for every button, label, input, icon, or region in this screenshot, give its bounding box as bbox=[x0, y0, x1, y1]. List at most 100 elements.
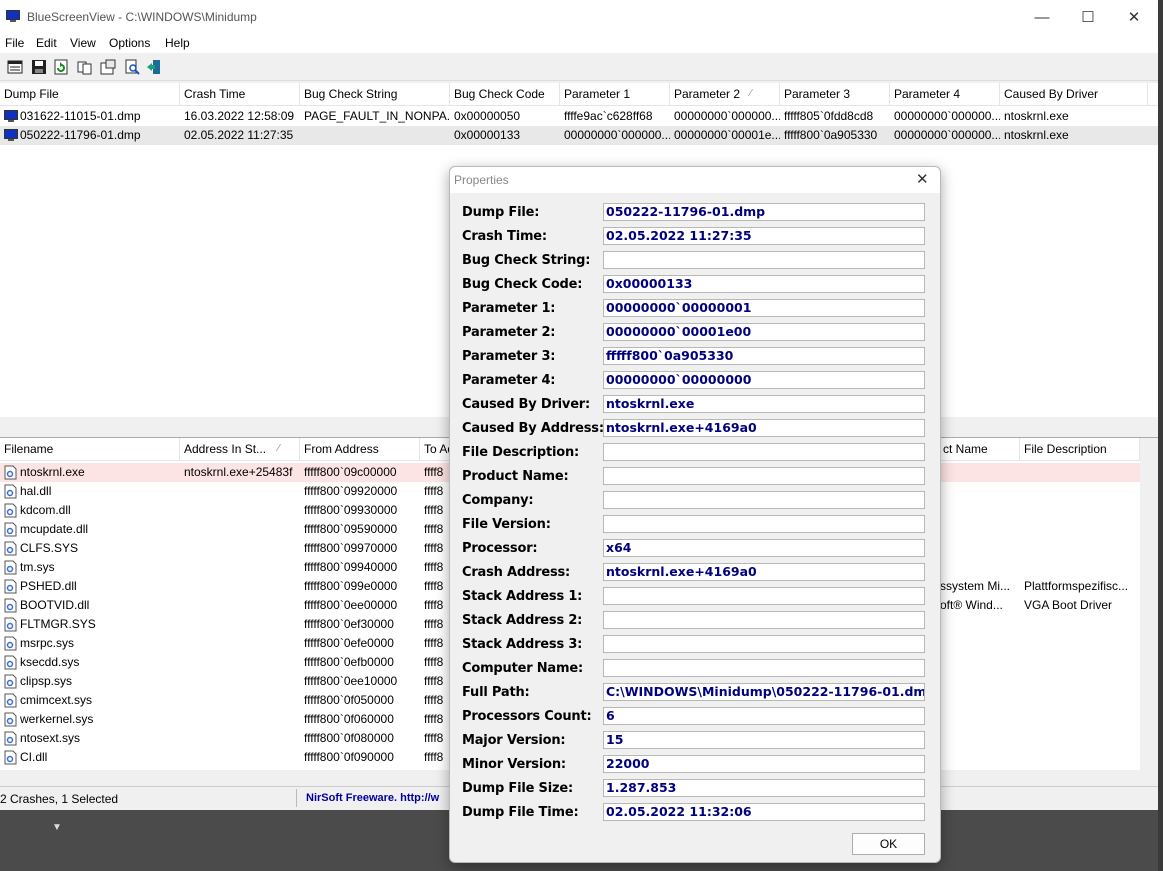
column-filename[interactable]: Filename bbox=[0, 438, 180, 460]
nirsoft-link[interactable]: NirSoft Freeware. http://w bbox=[306, 792, 439, 804]
filename-cell: ntosext.sys bbox=[20, 731, 81, 745]
crash-time-cell: 02.05.2022 11:27:35 bbox=[184, 128, 294, 142]
menu-file[interactable]: File bbox=[5, 36, 24, 50]
property-value-field[interactable]: ntoskrnl.exe+4169a0 bbox=[603, 419, 925, 437]
property-value-field[interactable]: ntoskrnl.exe bbox=[603, 395, 925, 413]
address-in-stack-cell bbox=[180, 653, 300, 672]
parameter-4-cell: 00000000`000000... bbox=[894, 109, 1000, 123]
property-value-field[interactable]: 050222-11796-01.dmp bbox=[603, 203, 925, 221]
from-address-cell: fffff800`0f080000 bbox=[304, 731, 394, 745]
file-description-cell bbox=[1020, 672, 1140, 691]
sort-indicator-icon: ∕ bbox=[278, 443, 280, 454]
property-value-field[interactable] bbox=[603, 515, 925, 533]
column-parameter-2[interactable]: Parameter 2 ∕ bbox=[670, 83, 780, 105]
property-label: Crash Address: bbox=[462, 565, 571, 580]
filename-cell: PSHED.dll bbox=[20, 579, 77, 593]
property-label: Dump File Time: bbox=[462, 805, 579, 820]
ok-button[interactable]: OK bbox=[852, 833, 925, 855]
property-label: Full Path: bbox=[462, 685, 530, 700]
column-address-in-stack[interactable]: Address In St... ∕ bbox=[180, 438, 300, 460]
property-value-field[interactable]: C:\WINDOWS\Minidump\050222-11796-01.dmp bbox=[603, 683, 925, 701]
property-label: Major Version: bbox=[462, 733, 566, 748]
address-in-stack-cell bbox=[180, 615, 300, 634]
minimize-button[interactable]: — bbox=[1019, 4, 1065, 30]
file-description-cell bbox=[1020, 710, 1140, 729]
property-value-field[interactable] bbox=[603, 635, 925, 653]
column-bug-check-code[interactable]: Bug Check Code bbox=[450, 83, 560, 105]
menu-options[interactable]: Options bbox=[109, 36, 150, 50]
property-value-field[interactable]: ntoskrnl.exe+4169a0 bbox=[603, 563, 925, 581]
property-value-field[interactable]: 22000 bbox=[603, 755, 925, 773]
save-icon[interactable] bbox=[31, 59, 47, 75]
filename-cell: mcupdate.dll bbox=[20, 522, 89, 536]
file-description-cell bbox=[1020, 615, 1140, 634]
menu-help[interactable]: Help bbox=[165, 36, 190, 50]
refresh-icon[interactable] bbox=[53, 59, 69, 75]
column-parameter-1[interactable]: Parameter 1 bbox=[560, 83, 670, 105]
driver-list-scrollbar[interactable] bbox=[1140, 438, 1158, 770]
property-value-field[interactable]: 02.05.2022 11:32:06 bbox=[603, 803, 925, 821]
property-value-field[interactable]: 6 bbox=[603, 707, 925, 725]
from-address-cell: fffff800`0f050000 bbox=[304, 693, 394, 707]
column-file-description[interactable]: File Description bbox=[1020, 438, 1140, 460]
taskbar-dropdown-icon[interactable]: ▼ bbox=[52, 822, 62, 833]
menu-bar: File Edit View Options Help bbox=[0, 34, 1158, 53]
html-report-icon[interactable] bbox=[100, 59, 116, 75]
find-icon[interactable] bbox=[124, 59, 140, 75]
property-value-field[interactable] bbox=[603, 443, 925, 461]
property-value-field[interactable] bbox=[603, 251, 925, 269]
crash-row[interactable]: 031622-11015-01.dmp 16.03.2022 12:58:09 … bbox=[0, 107, 1158, 126]
property-value-field[interactable]: 00000000`00001e00 bbox=[603, 323, 925, 341]
column-from-address[interactable]: From Address bbox=[300, 438, 420, 460]
address-in-stack-cell bbox=[180, 748, 300, 767]
file-description-cell bbox=[1020, 520, 1140, 539]
column-parameter-3[interactable]: Parameter 3 bbox=[780, 83, 890, 105]
property-value-field[interactable] bbox=[603, 611, 925, 629]
property-label: Stack Address 1: bbox=[462, 589, 583, 604]
from-address-cell: fffff800`09c00000 bbox=[304, 465, 397, 479]
column-address-in-stack-label: Address In St... bbox=[184, 442, 267, 456]
column-dump-file[interactable]: Dump File bbox=[0, 83, 180, 105]
file-description-cell bbox=[1020, 463, 1140, 482]
toolbar bbox=[0, 54, 1158, 81]
column-crash-time[interactable]: Crash Time bbox=[180, 83, 300, 105]
property-value-field[interactable]: x64 bbox=[603, 539, 925, 557]
property-value-field[interactable]: 0x00000133 bbox=[603, 275, 925, 293]
close-button[interactable]: ✕ bbox=[1111, 4, 1157, 30]
menu-edit[interactable]: Edit bbox=[36, 36, 57, 50]
filename-cell: msrpc.sys bbox=[20, 636, 74, 650]
file-description-cell: VGA Boot Driver bbox=[1024, 598, 1113, 612]
property-value-field[interactable]: 00000000`00000001 bbox=[603, 299, 925, 317]
column-parameter-4[interactable]: Parameter 4 bbox=[890, 83, 1000, 105]
filename-cell: kdcom.dll bbox=[20, 503, 71, 517]
app-icon bbox=[6, 10, 20, 22]
file-description-cell bbox=[1020, 729, 1140, 748]
caused-by-driver-cell: ntoskrnl.exe bbox=[1004, 128, 1069, 142]
property-value-field[interactable]: 1.287.853 bbox=[603, 779, 925, 797]
copy-icon[interactable] bbox=[77, 59, 93, 75]
property-value-field[interactable] bbox=[603, 491, 925, 509]
from-address-cell: fffff800`09920000 bbox=[304, 484, 398, 498]
file-description-cell bbox=[1020, 748, 1140, 767]
property-value-field[interactable]: fffff800`0a905330 bbox=[603, 347, 925, 365]
maximize-button[interactable]: ☐ bbox=[1065, 4, 1111, 30]
property-value-field[interactable]: 15 bbox=[603, 731, 925, 749]
from-address-cell: fffff800`09590000 bbox=[304, 522, 398, 536]
title-bar[interactable]: BlueScreenView - C:\WINDOWS\Minidump — ☐… bbox=[0, 0, 1158, 34]
crash-row-selected[interactable]: 050222-11796-01.dmp 02.05.2022 11:27:35 … bbox=[0, 126, 1158, 145]
column-caused-by-driver[interactable]: Caused By Driver bbox=[1000, 83, 1148, 105]
property-value-field[interactable]: 02.05.2022 11:27:35 bbox=[603, 227, 925, 245]
property-value-field[interactable] bbox=[603, 659, 925, 677]
property-value-field[interactable]: 00000000`00000000 bbox=[603, 371, 925, 389]
exit-icon[interactable] bbox=[146, 59, 162, 75]
property-value-field[interactable] bbox=[603, 467, 925, 485]
property-value-field[interactable] bbox=[603, 587, 925, 605]
dialog-close-icon[interactable]: ✕ bbox=[916, 170, 929, 188]
menu-view[interactable]: View bbox=[70, 36, 96, 50]
properties-icon[interactable] bbox=[7, 59, 23, 75]
file-description-cell bbox=[1020, 653, 1140, 672]
column-product-name[interactable]: ct Name bbox=[938, 438, 1020, 460]
dialog-title-bar[interactable]: Properties ✕ bbox=[450, 167, 940, 193]
from-address-cell: fffff800`0ee00000 bbox=[304, 598, 398, 612]
column-bug-check-string[interactable]: Bug Check String bbox=[300, 83, 450, 105]
